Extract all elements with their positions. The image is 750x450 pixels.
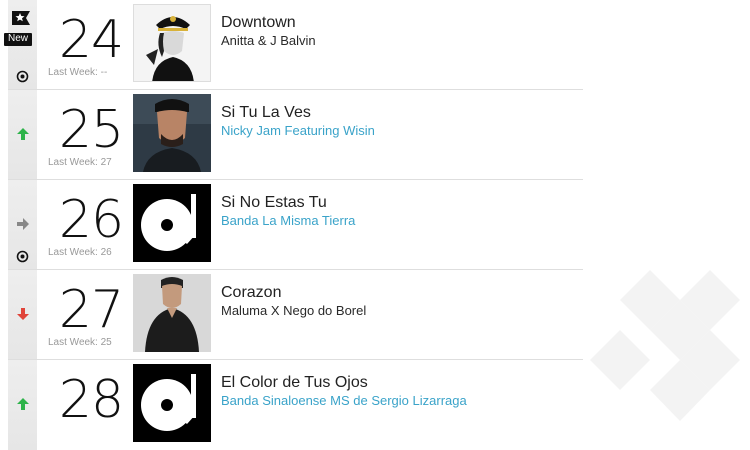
trend-rail bbox=[8, 90, 37, 179]
target-icon[interactable] bbox=[16, 250, 29, 263]
background-pattern bbox=[590, 270, 740, 421]
chart-row[interactable]: 25 Last Week: 27 Si Tu La Ves Nicky Jam … bbox=[8, 90, 583, 180]
song-title[interactable]: El Color de Tus Ojos bbox=[221, 374, 368, 392]
trend-rail bbox=[8, 270, 37, 359]
rank-number: 28 bbox=[58, 370, 124, 430]
rank-number: 25 bbox=[58, 100, 124, 160]
chart-row[interactable]: New 24 Last Week: -- Downtown Anitta & J… bbox=[4, 0, 583, 90]
album-art-placeholder[interactable] bbox=[133, 364, 211, 442]
chart-row[interactable]: 27 Last Week: 25 Corazon Maluma X Nego d… bbox=[8, 270, 583, 360]
new-badge: New bbox=[4, 33, 33, 46]
arrow-up-icon bbox=[17, 128, 29, 140]
last-week: Last Week: 26 bbox=[48, 247, 112, 258]
artist-photo bbox=[133, 274, 211, 352]
last-week: Last Week: 25 bbox=[48, 337, 112, 348]
star-flag-icon bbox=[12, 11, 30, 25]
vinyl-record-icon bbox=[133, 184, 211, 262]
artist-photo bbox=[133, 94, 211, 172]
rank-number: 27 bbox=[58, 280, 124, 340]
trend-rail bbox=[8, 360, 37, 450]
rank-number: 26 bbox=[58, 190, 124, 250]
song-title[interactable]: Si No Estas Tu bbox=[221, 194, 327, 212]
rank-number: 24 bbox=[58, 10, 124, 70]
trend-rail: New bbox=[4, 0, 37, 89]
last-week: Last Week: -- bbox=[48, 67, 108, 78]
artist-link[interactable]: Nicky Jam Featuring Wisin bbox=[221, 123, 375, 138]
target-icon[interactable] bbox=[16, 70, 29, 83]
album-art[interactable] bbox=[133, 94, 211, 172]
trend-rail bbox=[8, 180, 37, 269]
last-week: Last Week: 27 bbox=[48, 157, 112, 168]
artist-link[interactable]: Banda La Misma Tierra bbox=[221, 213, 355, 228]
song-title[interactable]: Downtown bbox=[221, 14, 296, 32]
album-art[interactable] bbox=[133, 274, 211, 352]
artist-photo bbox=[134, 5, 210, 81]
song-title[interactable]: Corazon bbox=[221, 284, 281, 302]
artist-name: Anitta & J Balvin bbox=[221, 33, 316, 48]
album-art-placeholder[interactable] bbox=[133, 184, 211, 262]
arrow-down-icon bbox=[17, 308, 29, 320]
song-title[interactable]: Si Tu La Ves bbox=[221, 104, 311, 122]
chart-row[interactable]: 26 Last Week: 26 Si No Estas Tu Banda La… bbox=[8, 180, 583, 270]
vinyl-record-icon bbox=[133, 364, 211, 442]
arrow-right-icon bbox=[17, 218, 29, 230]
artist-link[interactable]: Banda Sinaloense MS de Sergio Lizarraga bbox=[221, 393, 467, 408]
chart-row[interactable]: 28 El Color de Tus Ojos Banda Sinaloense… bbox=[8, 360, 583, 450]
album-art[interactable] bbox=[133, 4, 211, 82]
artist-name: Maluma X Nego do Borel bbox=[221, 303, 367, 318]
arrow-up-icon bbox=[17, 398, 29, 410]
